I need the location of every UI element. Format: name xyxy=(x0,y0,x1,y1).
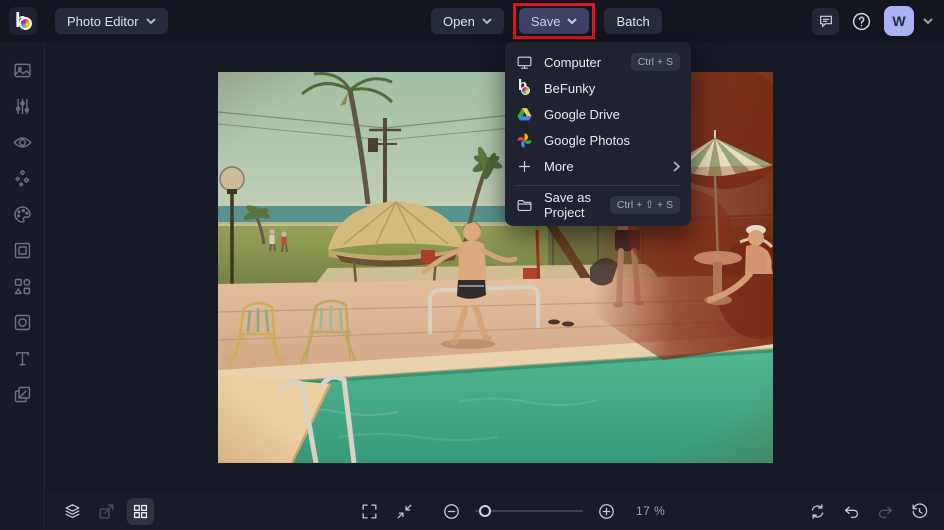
sliders-icon xyxy=(15,98,29,114)
chevron-down-icon xyxy=(145,18,156,24)
befunky-logo[interactable]: b xyxy=(9,7,37,35)
menu-item-label: Save as Project xyxy=(544,190,591,220)
menu-item-label: More xyxy=(544,158,574,174)
topbar: b Photo Editor Open Save Batch xyxy=(0,0,944,42)
chevron-right-icon xyxy=(673,160,680,172)
topbar-right: W xyxy=(812,6,933,36)
question-icon xyxy=(852,12,871,30)
grid-icon xyxy=(133,504,148,518)
sparkles-icon xyxy=(14,169,29,187)
history-clock-icon xyxy=(912,502,928,518)
text-icon xyxy=(15,351,29,365)
effects-tool-button[interactable] xyxy=(0,160,45,196)
statusbar: 17 % xyxy=(46,492,944,530)
artsy-tool-button[interactable] xyxy=(0,196,45,232)
menu-item-more[interactable]: More xyxy=(505,153,691,179)
plus-icon xyxy=(516,158,533,175)
account-chevron-down-icon[interactable] xyxy=(923,18,933,24)
menu-divider xyxy=(516,185,680,186)
zoom-slider-handle[interactable] xyxy=(479,505,491,517)
shortcut-badge: Ctrl + ⇧ + S xyxy=(609,196,680,214)
menu-item-label: BeFunky xyxy=(544,80,596,96)
image-manager-button[interactable] xyxy=(127,497,154,525)
app-mode-menu[interactable]: Photo Editor xyxy=(55,8,168,34)
frame-icon xyxy=(14,242,30,258)
graphics-tool-button[interactable] xyxy=(0,268,45,304)
app-mode-label: Photo Editor xyxy=(67,13,139,29)
user-avatar[interactable]: W xyxy=(884,6,914,36)
textures-tool-button[interactable] xyxy=(0,376,45,412)
open-label: Open xyxy=(443,13,475,29)
reset-button[interactable] xyxy=(804,498,831,525)
menu-item-label: Google Drive xyxy=(544,106,620,122)
layers-button[interactable] xyxy=(59,498,86,525)
zoom-slider[interactable] xyxy=(475,505,583,517)
tools-sidebar xyxy=(0,42,45,530)
batch-button[interactable]: Batch xyxy=(604,8,662,34)
feedback-button[interactable] xyxy=(812,7,839,35)
menu-item-befunky[interactable]: b BeFunky xyxy=(505,75,691,101)
layers-stack-icon xyxy=(65,503,80,518)
undo-icon xyxy=(844,506,859,518)
menu-item-google-photos[interactable]: Google Photos xyxy=(505,127,691,153)
folder-icon xyxy=(516,197,533,214)
zoom-out-button[interactable] xyxy=(438,498,465,525)
overlay-icon xyxy=(14,314,30,330)
touchup-tool-button[interactable] xyxy=(0,124,45,160)
fit-screen-button[interactable] xyxy=(391,498,418,525)
menu-item-google-drive[interactable]: Google Drive xyxy=(505,101,691,127)
save-button[interactable]: Save xyxy=(518,8,590,34)
text-tool-button[interactable] xyxy=(0,340,45,376)
comment-icon xyxy=(819,15,832,28)
menu-item-label: Google Photos xyxy=(544,132,631,148)
topbar-center: Open Save Batch xyxy=(431,3,662,39)
adjust-tool-button[interactable] xyxy=(0,88,45,124)
layers-duo-icon xyxy=(14,386,30,402)
undo-button[interactable] xyxy=(838,498,865,525)
overlays-tool-button[interactable] xyxy=(0,304,45,340)
zoom-slider-track[interactable] xyxy=(475,510,583,512)
redo-button[interactable] xyxy=(872,498,899,525)
computer-icon xyxy=(516,54,533,71)
sync-icon xyxy=(811,503,824,519)
chevron-down-icon xyxy=(567,18,578,24)
zoom-percentage: 17 % xyxy=(636,504,666,518)
palette-icon xyxy=(13,205,31,223)
befunky-icon: b xyxy=(516,77,533,97)
resize-icon xyxy=(99,504,114,518)
open-button[interactable]: Open xyxy=(431,8,504,34)
menu-item-computer[interactable]: Computer Ctrl + S xyxy=(505,49,691,75)
chevron-down-icon xyxy=(482,18,492,24)
menu-item-label: Computer xyxy=(544,54,602,70)
google-photos-icon xyxy=(516,132,533,149)
save-label: Save xyxy=(530,13,561,29)
menu-item-save-as-project[interactable]: Save as Project Ctrl + ⇧ + S xyxy=(505,190,691,220)
eye-icon xyxy=(12,136,32,148)
minus-circle-icon xyxy=(444,503,459,519)
frames-tool-button[interactable] xyxy=(0,232,45,268)
zoom-in-button[interactable] xyxy=(593,498,620,525)
redo-icon xyxy=(878,506,893,518)
history-button[interactable] xyxy=(906,498,933,525)
plus-circle-icon xyxy=(599,503,614,519)
batch-label: Batch xyxy=(616,13,650,29)
fullscreen-button[interactable] xyxy=(356,498,383,525)
resize-button[interactable] xyxy=(93,498,120,525)
color-wheel-icon xyxy=(19,17,32,30)
avatar-initial: W xyxy=(892,13,906,29)
fit-screen-icon xyxy=(397,504,412,518)
shortcut-badge: Ctrl + S xyxy=(630,53,680,71)
save-dropdown-menu: Computer Ctrl + S b BeFunky Google Drive… xyxy=(505,42,691,226)
google-drive-icon xyxy=(516,106,533,123)
fullscreen-icon xyxy=(362,504,377,518)
help-button[interactable] xyxy=(848,8,875,35)
image-icon xyxy=(13,63,31,77)
edit-tool-button[interactable] xyxy=(0,52,45,88)
shapes-icon xyxy=(14,278,30,294)
